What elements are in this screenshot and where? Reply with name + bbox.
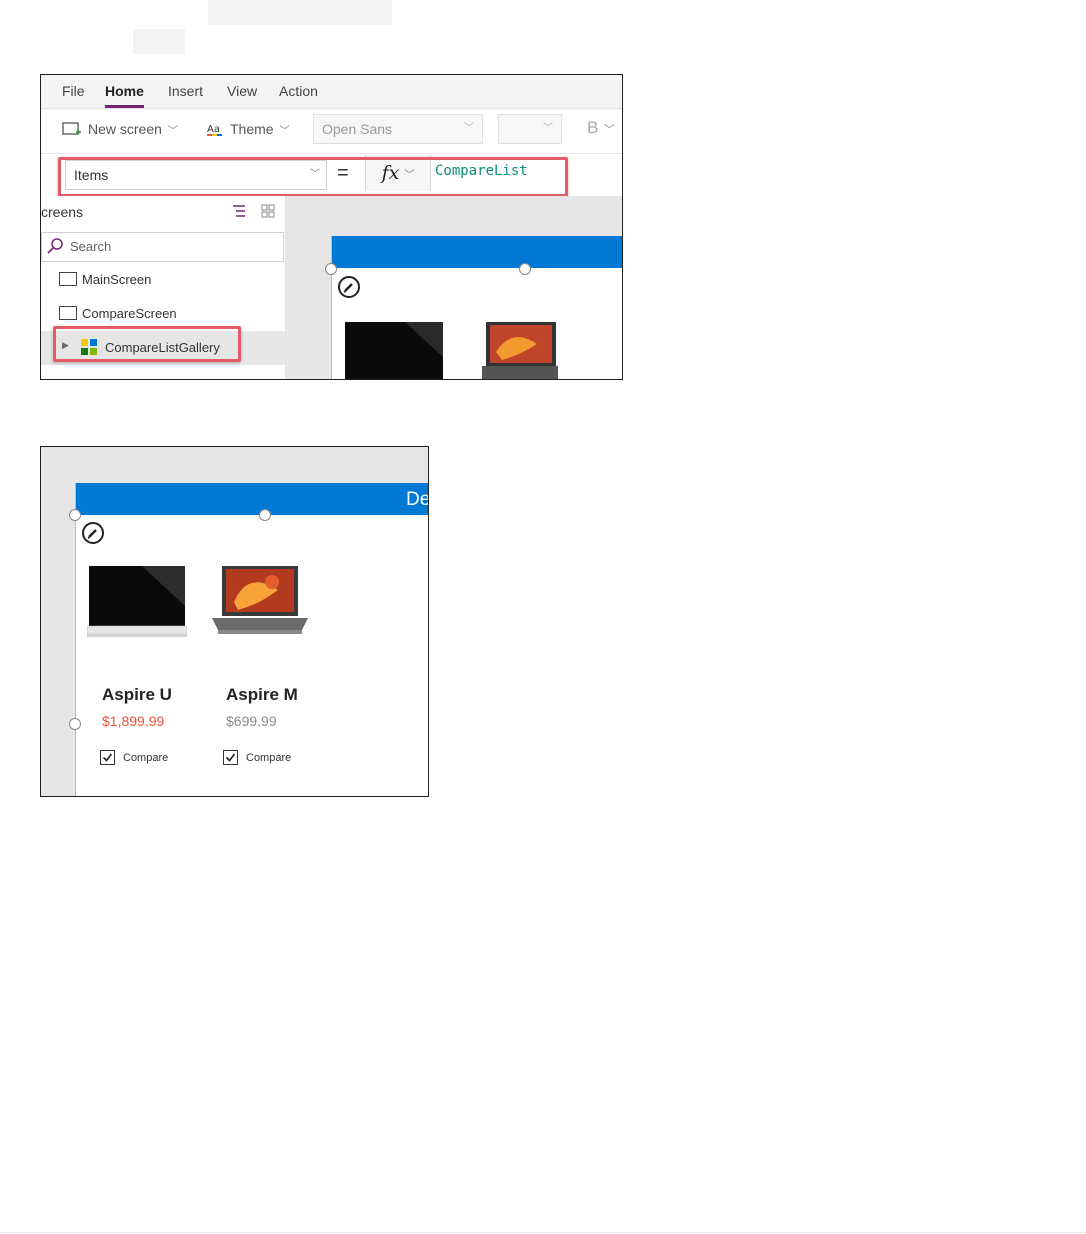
tree-item-mainscreen[interactable]: MainScreen	[41, 263, 285, 297]
compare-label: Compare	[123, 751, 169, 764]
app-screen-preview: De Aspire U $1,899.99 Compare Aspire M $…	[75, 483, 429, 796]
chevron-down-icon: ﹀	[167, 125, 178, 137]
header-band: De	[76, 483, 429, 515]
chevron-down-icon: ﹀	[464, 123, 474, 134]
resize-handle[interactable]	[325, 263, 337, 275]
tree-view-pane: creens Search MainScreen CompareScreen ▶…	[41, 196, 286, 379]
grid-view-icon[interactable]	[261, 204, 275, 218]
font-select[interactable]: Open Sans ﹀	[313, 114, 483, 144]
chevron-down-icon: ﹀	[279, 125, 290, 137]
search-icon	[47, 238, 63, 254]
menu-view[interactable]: View	[227, 83, 257, 99]
faded-label-block	[133, 29, 185, 54]
compare-checkbox[interactable]: Compare	[100, 750, 168, 765]
checkbox-checked-icon[interactable]	[100, 750, 115, 765]
design-canvas	[286, 196, 622, 379]
monitor-image	[87, 566, 187, 637]
font-select-value: Open Sans	[322, 121, 393, 137]
product-name: Aspire U	[102, 685, 172, 704]
header-band	[332, 236, 622, 268]
resize-handle[interactable]	[259, 509, 271, 521]
menu-home[interactable]: Home	[105, 83, 144, 108]
header-title: De	[406, 489, 429, 510]
compare-label: Compare	[246, 751, 292, 764]
theme-button[interactable]: Aa Theme ﹀	[206, 121, 290, 137]
ribbon-toolbar: New screen ﹀ Aa Theme ﹀ Open Sans ﹀ ﹀ B …	[41, 109, 622, 151]
resize-handle[interactable]	[519, 263, 531, 275]
app-screen-preview	[331, 236, 622, 379]
resize-handle[interactable]	[69, 509, 81, 521]
bottom-divider	[0, 1232, 1086, 1233]
tree-view-header: creens	[41, 204, 84, 220]
gallery-preview-screenshot: De Aspire U $1,899.99 Compare Aspire M $…	[40, 446, 429, 797]
new-screen-label: New screen	[88, 121, 162, 137]
menu-action[interactable]: Action	[279, 83, 318, 99]
bold-label: B	[587, 118, 599, 137]
tree-search-input[interactable]: Search	[41, 232, 284, 262]
gallery-highlight-box	[53, 326, 241, 362]
compare-checkbox[interactable]: Compare	[223, 750, 291, 765]
product-name: Aspire M	[226, 685, 298, 704]
chevron-down-icon: ﹀	[543, 123, 553, 134]
new-screen-button[interactable]: New screen ﹀	[62, 121, 178, 137]
faded-header-block	[208, 0, 392, 25]
screen-icon	[59, 306, 77, 320]
menu-bar: File Home Insert View Action	[41, 75, 622, 109]
search-placeholder: Search	[70, 239, 112, 254]
laptop-image	[482, 322, 558, 379]
laptop-image	[212, 566, 308, 634]
screen-icon	[59, 272, 77, 286]
tree-item-label: CompareScreen	[82, 306, 177, 321]
tree-item-label: MainScreen	[82, 272, 152, 287]
studio-screenshot: File Home Insert View Action New screen …	[40, 74, 623, 380]
menu-file[interactable]: File	[62, 83, 85, 99]
product-price: $699.99	[226, 713, 277, 729]
theme-label: Theme	[230, 121, 274, 137]
resize-handle[interactable]	[69, 718, 81, 730]
edit-pencil-icon[interactable]	[338, 276, 360, 298]
list-view-icon[interactable]	[231, 204, 247, 218]
tree-view-toggle	[231, 204, 275, 218]
monitor-image	[345, 322, 443, 379]
theme-icon: Aa	[207, 124, 222, 136]
new-screen-icon	[62, 122, 81, 135]
chevron-down-icon: ﹀	[604, 124, 615, 136]
product-price: $1,899.99	[102, 713, 165, 729]
bold-button[interactable]: B ﹀	[587, 118, 614, 138]
svg-text:Aa: Aa	[207, 124, 220, 135]
edit-pencil-icon[interactable]	[82, 522, 104, 544]
formula-highlight-box	[58, 157, 568, 197]
font-size-select[interactable]: ﹀	[498, 114, 562, 144]
menu-insert[interactable]: Insert	[168, 83, 203, 99]
checkbox-checked-icon[interactable]	[223, 750, 238, 765]
